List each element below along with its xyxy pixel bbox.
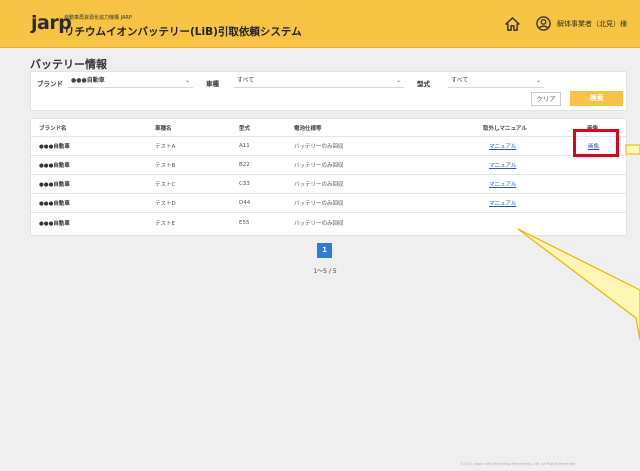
row-brand: ●●●自動車 — [39, 182, 70, 188]
row-model: テストC — [155, 182, 176, 188]
table-row: ●●●自動車 テストD D44 バッテリーのみ回収 マニュアル — [31, 194, 626, 213]
highlight-frame — [573, 129, 619, 157]
callout-tab — [625, 144, 640, 155]
column-header-spec: 電池仕様等 — [294, 125, 322, 132]
pagination-range: 1〜5 / 5 — [313, 268, 337, 275]
brand-label: ブランド — [37, 80, 63, 88]
column-header-model: 車種名 — [155, 125, 172, 132]
row-model: テストB — [155, 163, 176, 169]
column-header-type: 型式 — [239, 125, 251, 132]
footer-copyright: ©2021 Japan Auto Recycling Partnership, … — [460, 462, 577, 466]
page-button-1[interactable]: 1 — [317, 243, 332, 258]
user-circle-icon[interactable] — [536, 16, 551, 31]
row-brand: ●●●自動車 — [39, 163, 70, 169]
org-name: 自動車再資源化協力機構 JARP — [64, 15, 132, 21]
row-spec: バッテリーのみ回収 — [294, 220, 344, 227]
table-row: ●●●自動車 テストA A11 バッテリーのみ回収 マニュアル 画像 — [31, 137, 626, 156]
chevron-down-icon: ⌄ — [184, 77, 190, 84]
row-model: テストD — [155, 201, 176, 207]
table-row: ●●●自動車 テストB B22 バッテリーのみ回収 マニュアル — [31, 156, 626, 175]
type-select-value: すべて — [451, 77, 469, 84]
brand-select[interactable]: ●●●自動車 ⌄ — [68, 74, 193, 88]
row-spec: バッテリーのみ回収 — [294, 182, 344, 188]
brand-select-value: ●●●自動車 — [71, 77, 105, 84]
table-row: ●●●自動車 テストC C33 バッテリーのみ回収 マニュアル — [31, 175, 626, 194]
model-select[interactable]: すべて ⌄ — [234, 74, 404, 88]
home-icon[interactable] — [505, 17, 520, 31]
model-label: 車種 — [206, 80, 219, 88]
type-label: 型式 — [417, 80, 430, 88]
manual-link[interactable]: マニュアル — [489, 194, 516, 212]
type-select[interactable]: すべて ⌄ — [448, 74, 544, 88]
system-title: リチウムイオンバッテリー(LiB)引取依頼システム — [64, 26, 302, 38]
column-header-manual: 取外しマニュアル — [483, 125, 527, 132]
row-type: A11 — [239, 143, 250, 149]
row-brand: ●●●自動車 — [39, 220, 70, 227]
clear-button[interactable]: クリア — [531, 92, 561, 106]
row-spec: バッテリーのみ回収 — [294, 201, 344, 207]
callout-pointer — [517, 228, 640, 341]
row-brand: ●●●自動車 — [39, 144, 70, 150]
row-brand: ●●●自動車 — [39, 201, 70, 207]
chevron-down-icon: ⌄ — [535, 77, 541, 84]
chevron-down-icon: ⌄ — [395, 77, 401, 84]
app-header: jarp 自動車再資源化協力機構 JARP リチウムイオンバッテリー(LiB)引… — [0, 0, 640, 48]
page-title: バッテリー情報 — [30, 58, 107, 71]
row-type: B22 — [239, 162, 250, 168]
model-select-value: すべて — [237, 77, 255, 84]
row-spec: バッテリーのみ回収 — [294, 144, 344, 150]
search-button[interactable]: 検索 — [570, 91, 623, 106]
row-model: テストE — [155, 220, 175, 227]
table-header-row: ブランド名 車種名 型式 電池仕様等 取外しマニュアル 画像 — [31, 119, 626, 137]
row-type: C33 — [239, 181, 250, 187]
row-model: テストA — [155, 144, 176, 150]
manual-link[interactable]: マニュアル — [489, 137, 516, 155]
column-header-brand: ブランド名 — [39, 125, 67, 132]
manual-link[interactable]: マニュアル — [489, 156, 516, 174]
row-spec: バッテリーのみ回収 — [294, 163, 344, 169]
battery-table: ブランド名 車種名 型式 電池仕様等 取外しマニュアル 画像 ●●●自動車 テス… — [30, 118, 627, 236]
table-row: ●●●自動車 テストE E55 バッテリーのみ回収 — [31, 213, 626, 232]
user-name[interactable]: 解体事業者（北見）様 — [557, 19, 627, 29]
filter-panel: ブランド ●●●自動車 ⌄ 車種 すべて ⌄ 型式 すべて ⌄ クリア 検索 — [30, 71, 627, 111]
row-type: E55 — [239, 219, 250, 226]
manual-link[interactable]: マニュアル — [489, 175, 516, 193]
row-type: D44 — [239, 200, 251, 206]
